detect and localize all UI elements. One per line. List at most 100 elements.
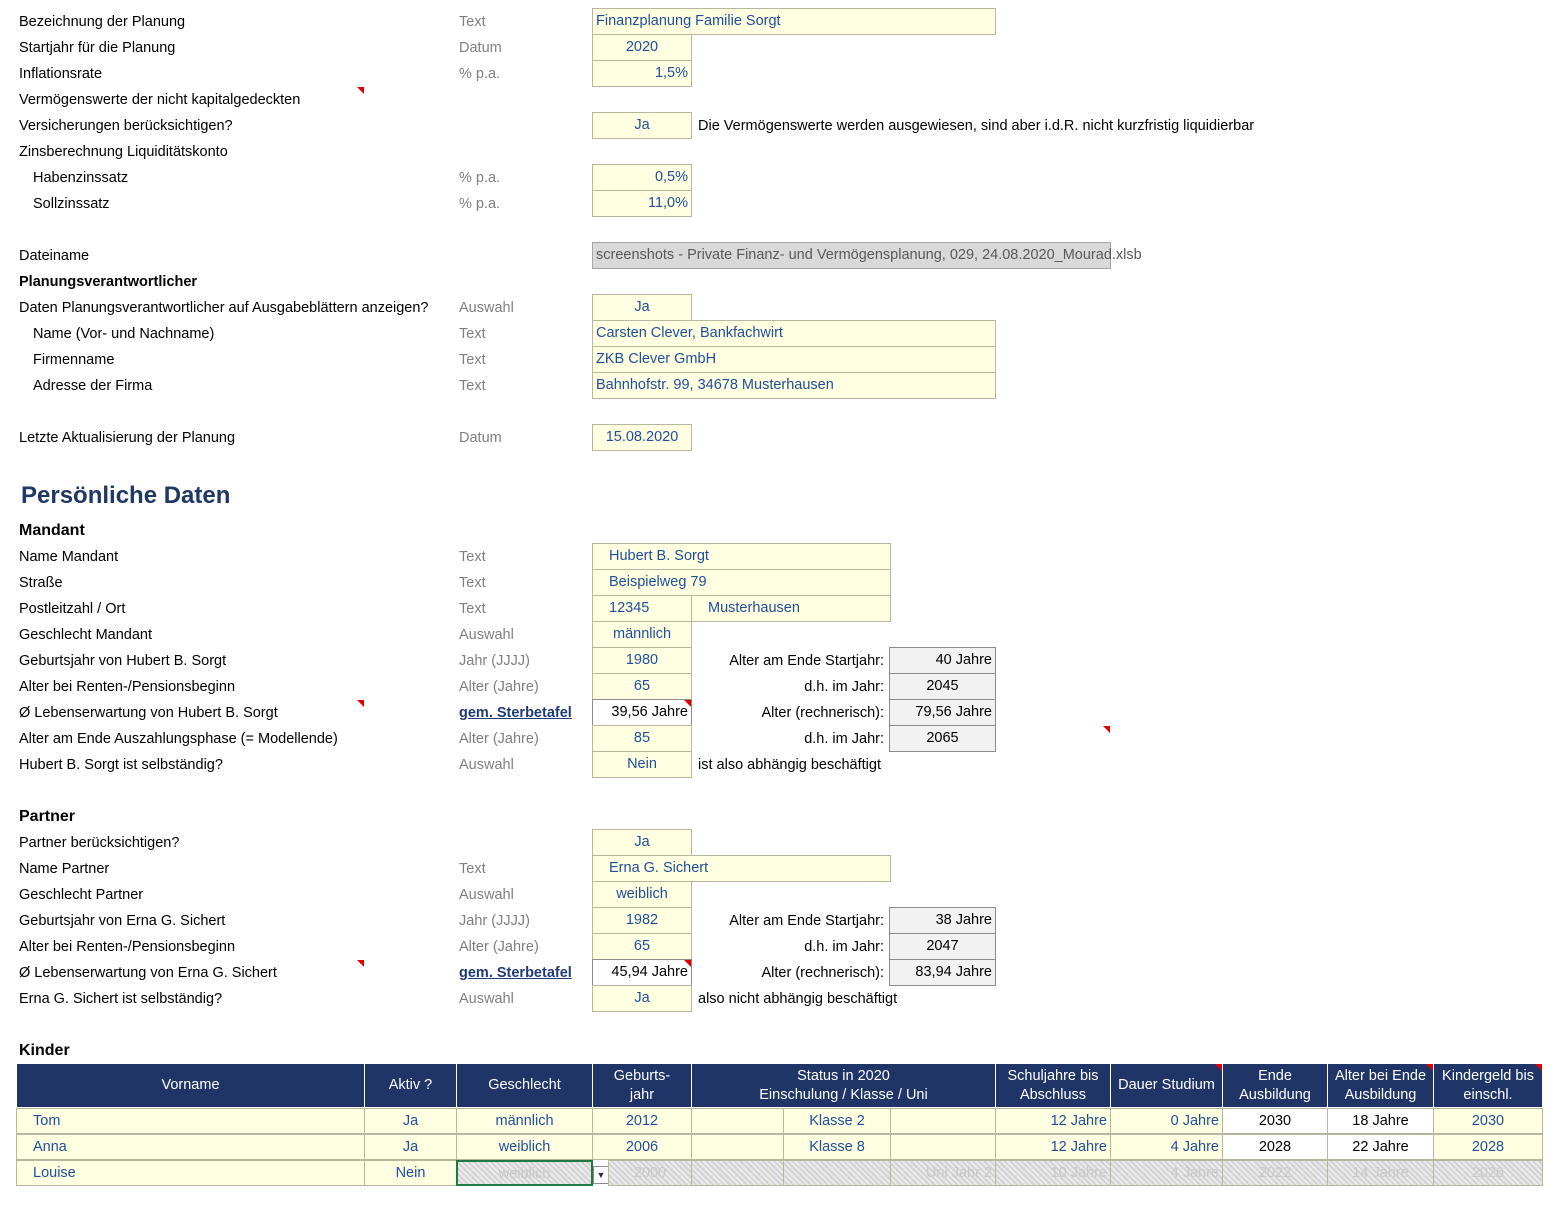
sterbetafel-link-partner[interactable]: gem. Sterbetafel — [459, 960, 572, 986]
unit-bezeichnung: Text — [459, 14, 486, 30]
cell-aktiv[interactable]: Ja — [364, 1134, 457, 1160]
cell-vorname[interactable]: Anna — [16, 1134, 365, 1160]
cell-geburtsjahr[interactable]: 2000 — [608, 1160, 692, 1186]
unit-mandant-selbst: Auswahl — [459, 757, 514, 773]
planer-anzeigen-field[interactable]: Ja — [592, 294, 692, 321]
partner-geburtsjahr-field[interactable]: 1982 — [592, 907, 692, 934]
cell-alter: 14 Jahre — [1327, 1160, 1434, 1186]
unit-partner-name: Text — [459, 861, 486, 877]
mandant-plz-field[interactable]: 12345 — [592, 595, 692, 622]
cell-kindergeld[interactable]: 2026 — [1433, 1160, 1543, 1186]
label-zins: Zinsberechnung Liquiditätskonto — [19, 144, 228, 160]
comment-marker[interactable] — [357, 87, 364, 94]
partner-selbst-select[interactable]: Ja — [592, 985, 692, 1012]
cell-alter: 22 Jahre — [1327, 1134, 1434, 1160]
planer-name-field[interactable]: Carsten Clever, Bankfachwirt — [592, 320, 996, 347]
cell-status-einschulung[interactable] — [691, 1108, 784, 1134]
partner-geschlecht-select[interactable]: weiblich — [592, 881, 692, 908]
aktualisierung-field[interactable]: 15.08.2020 — [592, 424, 692, 451]
mandant-title: Mandant — [19, 522, 85, 539]
dropdown-arrow-icon[interactable]: ▼ — [593, 1166, 609, 1184]
haben-field[interactable]: 0,5% — [592, 164, 692, 191]
cell-status-klasse[interactable] — [783, 1160, 891, 1186]
cell-ende: 2022 — [1222, 1160, 1328, 1186]
mandant-ort-field[interactable]: Musterhausen — [691, 595, 891, 622]
cell-schuljahre[interactable]: 12 Jahre — [995, 1134, 1111, 1160]
partner-beruecksichtigen-select[interactable]: Ja — [592, 829, 692, 856]
startjahr-field[interactable]: 2020 — [592, 34, 692, 61]
comment-marker[interactable] — [1215, 1064, 1222, 1071]
planer-firma-field[interactable]: ZKB Clever GmbH — [592, 346, 996, 373]
mandant-name-field[interactable]: Hubert B. Sorgt — [592, 543, 891, 570]
label-mandant-geschlecht: Geschlecht Mandant — [19, 627, 152, 643]
cell-geschlecht[interactable]: männlich — [456, 1108, 593, 1134]
cell-status-uni[interactable] — [890, 1108, 996, 1134]
mandant-selbst-select[interactable]: Nein — [592, 751, 692, 778]
unit-mandant-geschlecht: Auswahl — [459, 627, 514, 643]
comment-marker[interactable] — [684, 960, 691, 967]
cell-schuljahre[interactable]: 10 Jahre — [995, 1160, 1111, 1186]
planer-adresse-field[interactable]: Bahnhofstr. 99, 34678 Musterhausen — [592, 372, 996, 399]
comment-marker[interactable] — [1426, 1064, 1433, 1071]
cell-kindergeld[interactable]: 2030 — [1433, 1108, 1543, 1134]
cell-status-einschulung[interactable] — [691, 1160, 784, 1186]
cell-kindergeld[interactable]: 2028 — [1433, 1134, 1543, 1160]
dateiname-field: screenshots - Private Finanz- und Vermög… — [592, 242, 1142, 269]
label-soll: Sollzinssatz — [33, 196, 110, 212]
vermoegen-field[interactable]: Ja — [592, 112, 692, 139]
bezeichnung-field[interactable]: Finanzplanung Familie Sorgt — [592, 8, 996, 35]
cell-status-einschulung[interactable] — [691, 1134, 784, 1160]
comment-marker[interactable] — [684, 700, 691, 707]
mandant-geschlecht-select[interactable]: männlich — [592, 621, 692, 648]
cell-status-klasse[interactable]: Klasse 8 — [783, 1134, 891, 1160]
cell-status-uni[interactable]: Uni Jahr 2 — [890, 1160, 996, 1186]
cell-aktiv[interactable]: Ja — [364, 1108, 457, 1134]
cutoff-edge — [0, 1186, 1563, 1208]
label-mandant-ende: Alter am Ende Auszahlungsphase (= Modell… — [19, 731, 338, 747]
cell-geburtsjahr[interactable]: 2006 — [592, 1134, 692, 1160]
mandant-rente-jahr-value: 2045 — [889, 673, 996, 700]
cell-schuljahre[interactable]: 12 Jahre — [995, 1108, 1111, 1134]
cell-vorname[interactable]: Louise — [16, 1160, 365, 1186]
cell-geschlecht-selected[interactable]: weiblich — [456, 1160, 593, 1186]
unit-mandant-ende: Alter (Jahre) — [459, 731, 539, 747]
partner-alter-start-label: Alter am Ende Startjahr: — [729, 913, 884, 929]
cell-studium[interactable]: 4 Jahre — [1110, 1160, 1223, 1186]
unit-startjahr: Datum — [459, 40, 502, 56]
unit-mandant-strasse: Text — [459, 575, 486, 591]
comment-marker[interactable] — [357, 700, 364, 707]
label-planer-firma: Firmenname — [33, 352, 115, 368]
cell-aktiv[interactable]: Nein — [364, 1160, 457, 1186]
cell-studium[interactable]: 4 Jahre — [1110, 1134, 1223, 1160]
comment-marker[interactable] — [1103, 726, 1110, 733]
cell-studium[interactable]: 0 Jahre — [1110, 1108, 1223, 1134]
sterbetafel-link[interactable]: gem. Sterbetafel — [459, 700, 572, 726]
cell-ende: 2030 — [1222, 1108, 1328, 1134]
inflation-field[interactable]: 1,5% — [592, 60, 692, 87]
label-planer-adresse: Adresse der Firma — [33, 378, 153, 394]
cell-geschlecht[interactable]: weiblich — [456, 1134, 593, 1160]
cell-geburtsjahr[interactable]: 2012 — [592, 1108, 692, 1134]
unit-planer-name: Text — [459, 326, 486, 342]
mandant-geburtsjahr-field[interactable]: 1980 — [592, 647, 692, 674]
col-header-kindergeld: Kindergeld bis einschl. — [1433, 1063, 1543, 1108]
col-header-alter: Alter bei Ende Ausbildung — [1327, 1063, 1434, 1108]
col-header-geburtsjahr: Geburts- jahr — [592, 1063, 692, 1108]
mandant-strasse-field[interactable]: Beispielweg 79 — [592, 569, 891, 596]
cell-ende: 2028 — [1222, 1134, 1328, 1160]
cell-vorname[interactable]: Tom — [16, 1108, 365, 1134]
label-mandant-rente: Alter bei Renten-/Pensionsbeginn — [19, 679, 236, 695]
comment-marker[interactable] — [357, 960, 364, 967]
cell-status-uni[interactable] — [890, 1134, 996, 1160]
soll-field[interactable]: 11,0% — [592, 190, 692, 217]
col-header-geschlecht: Geschlecht — [456, 1063, 593, 1108]
planer-title: Planungsverantwortlicher — [19, 274, 198, 290]
mandant-ende-field[interactable]: 85 — [592, 725, 692, 752]
cell-status-klasse[interactable]: Klasse 2 — [783, 1108, 891, 1134]
comment-marker[interactable] — [1535, 1064, 1542, 1071]
partner-rente-field[interactable]: 65 — [592, 933, 692, 960]
label-vermoegen-2: Versicherungen berücksichtigen? — [19, 118, 233, 134]
partner-name-field[interactable]: Erna G. Sichert — [592, 855, 891, 882]
mandant-rente-field[interactable]: 65 — [592, 673, 692, 700]
label-startjahr: Startjahr für die Planung — [19, 40, 176, 56]
